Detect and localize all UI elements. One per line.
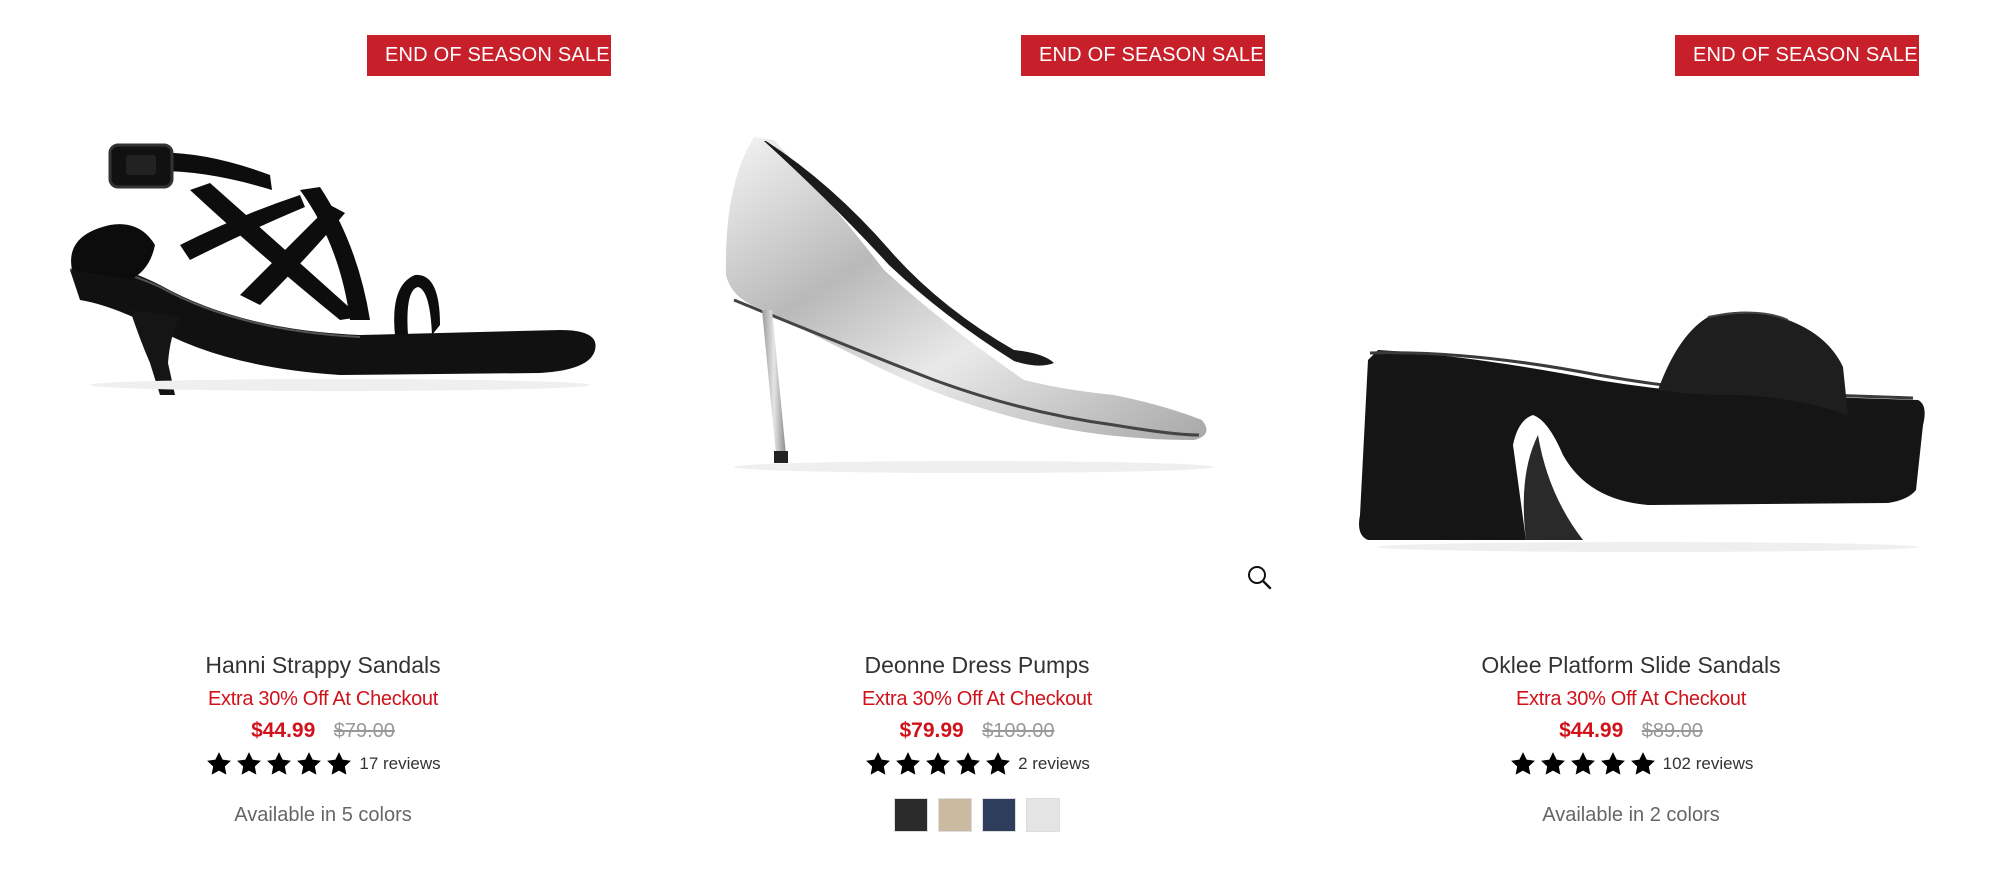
original-price: $79.00 xyxy=(333,720,395,742)
sale-badge: END OF SEASON SALE xyxy=(367,35,611,76)
zoom-button[interactable] xyxy=(1242,560,1276,594)
color-swatch-black[interactable] xyxy=(894,798,928,832)
star-icon xyxy=(207,752,232,775)
sale-price: $44.99 xyxy=(251,719,316,742)
star-icon xyxy=(1540,752,1565,775)
color-availability: Available in 5 colors xyxy=(234,804,412,826)
rating-row[interactable]: 17 reviews xyxy=(0,748,646,780)
promo-text: Extra 30% Off At Checkout xyxy=(1515,688,1747,710)
product-info: Oklee Platform Slide Sandals Extra 30% O… xyxy=(1308,646,1954,830)
original-price: $109.00 xyxy=(982,720,1055,742)
review-count[interactable]: 17 reviews xyxy=(359,754,440,774)
strappy-sandal-image[interactable] xyxy=(40,95,620,615)
promo-text: Extra 30% Off At Checkout xyxy=(207,688,439,710)
product-card[interactable]: END OF SEASON SALE Oklee Platform Slide … xyxy=(1308,0,1954,892)
product-card[interactable]: END OF SEASON SALE xyxy=(0,0,646,892)
color-swatch-navy-pattern[interactable] xyxy=(982,798,1016,832)
star-rating xyxy=(864,750,1012,778)
color-swatch-beige-pattern[interactable] xyxy=(938,798,972,832)
review-count[interactable]: 102 reviews xyxy=(1663,754,1754,774)
product-card[interactable]: END OF SEASON SALE xyxy=(654,0,1300,892)
metallic-pump-image[interactable] xyxy=(694,95,1274,615)
star-icon xyxy=(986,752,1010,775)
original-price: $89.00 xyxy=(1641,720,1703,742)
color-swatch-silver[interactable] xyxy=(1026,798,1060,832)
sale-price: $44.99 xyxy=(1559,719,1624,742)
product-title[interactable]: Oklee Platform Slide Sandals xyxy=(1308,646,1954,684)
star-icon xyxy=(956,752,980,775)
color-availability: Available in 2 colors xyxy=(1542,804,1720,826)
product-title[interactable]: Hanni Strappy Sandals xyxy=(0,646,646,684)
sale-price: $79.99 xyxy=(899,719,964,742)
star-icon xyxy=(1570,752,1595,775)
color-swatches xyxy=(654,798,1300,832)
star-icon xyxy=(1600,752,1625,775)
star-icon xyxy=(926,752,950,775)
product-info: Deonne Dress Pumps Extra 30% Off At Chec… xyxy=(654,646,1300,832)
star-icon xyxy=(237,752,262,775)
product-info: Hanni Strappy Sandals Extra 30% Off At C… xyxy=(0,646,646,830)
platform-slide-image[interactable] xyxy=(1348,95,1928,615)
star-icon xyxy=(866,752,890,775)
star-icon xyxy=(1510,752,1535,775)
sale-badge: END OF SEASON SALE xyxy=(1675,35,1919,76)
review-count[interactable]: 2 reviews xyxy=(1018,754,1090,774)
star-rating xyxy=(1509,750,1657,778)
promo-text: Extra 30% Off At Checkout xyxy=(861,688,1093,710)
zoom-icon xyxy=(1248,566,1272,590)
star-rating xyxy=(205,750,353,778)
price-row: $79.99 $109.00 xyxy=(654,714,1300,748)
sale-badge: END OF SEASON SALE xyxy=(1021,35,1265,76)
product-title[interactable]: Deonne Dress Pumps xyxy=(654,646,1300,684)
star-icon xyxy=(297,752,322,775)
rating-row[interactable]: 102 reviews xyxy=(1308,748,1954,780)
star-icon xyxy=(267,752,292,775)
star-icon xyxy=(896,752,920,775)
rating-row[interactable]: 2 reviews xyxy=(654,748,1300,780)
star-icon xyxy=(1630,752,1655,775)
product-grid: END OF SEASON SALE Hanni Strappy Sandals… xyxy=(0,0,1999,892)
star-icon xyxy=(327,752,352,775)
price-row: $44.99 $79.00 xyxy=(0,714,646,748)
price-row: $44.99 $89.00 xyxy=(1308,714,1954,748)
